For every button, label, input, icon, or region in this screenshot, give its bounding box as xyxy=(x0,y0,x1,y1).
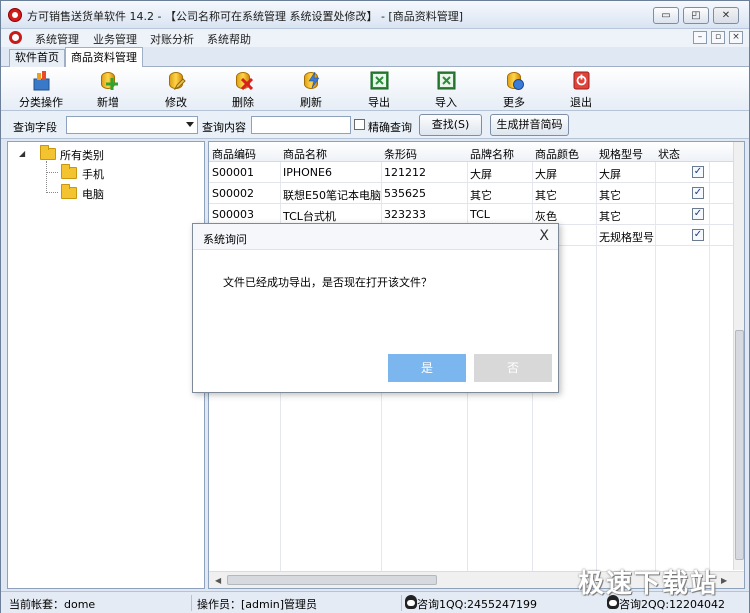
delete-button[interactable]: 删除 xyxy=(215,69,271,109)
status-checkbox[interactable]: ✓ xyxy=(692,208,704,220)
folder-icon xyxy=(61,164,77,179)
status-checkbox[interactable]: ✓ xyxy=(692,187,704,199)
edit-icon xyxy=(167,70,186,91)
dialog-close-button[interactable]: X xyxy=(539,228,549,244)
qq-consult-1[interactable]: 咨询1QQ:2455247199 xyxy=(417,596,537,612)
generate-pinyin-button[interactable]: 生成拼音简码 xyxy=(490,114,569,136)
scroll-left-icon[interactable]: ◀ xyxy=(215,576,221,585)
grid-header: 商品编码 商品名称 条形码 品牌名称 商品颜色 规格型号 状态 xyxy=(209,142,734,162)
scroll-thumb[interactable] xyxy=(227,575,437,585)
app-logo-icon xyxy=(8,8,22,22)
main-window: 方可销售送货单软件 14.2 - 【公司名称可在系统管理 系统设置处修改】 - … xyxy=(0,0,750,613)
import-button[interactable]: 导入 xyxy=(418,69,474,109)
watermark: 极速下载站 xyxy=(578,569,719,599)
qq-icon xyxy=(405,595,417,609)
folder-icon xyxy=(61,184,77,199)
folder-icon xyxy=(40,145,56,160)
current-operator: 操作员：[admin]管理员 xyxy=(197,598,318,611)
scroll-thumb[interactable] xyxy=(735,330,744,560)
minimize-button[interactable]: ▭ xyxy=(653,7,679,24)
dialog-yes-button[interactable]: 是 xyxy=(388,354,466,382)
add-icon xyxy=(99,70,118,91)
column-header[interactable]: 商品名称 xyxy=(283,146,327,162)
tab-product-management[interactable]: 商品资料管理 xyxy=(65,47,143,67)
title-bar: 方可销售送货单软件 14.2 - 【公司名称可在系统管理 系统设置处修改】 - … xyxy=(1,1,749,29)
window-title: 方可销售送货单软件 14.2 - 【公司名称可在系统管理 系统设置处修改】 - … xyxy=(27,10,463,23)
menu-system-management[interactable]: 系统管理 xyxy=(35,31,79,47)
system-menu-icon[interactable] xyxy=(9,31,22,44)
dialog-no-button[interactable]: 否 xyxy=(474,354,552,382)
more-button[interactable]: 更多 xyxy=(486,69,542,109)
column-header[interactable]: 规格型号 xyxy=(599,146,643,162)
mdi-close-button[interactable]: × xyxy=(729,31,743,44)
tree-node-computer[interactable]: 电脑 xyxy=(82,186,104,202)
query-field-select[interactable] xyxy=(66,116,198,134)
system-inquiry-dialog: 系统询问 X 文件已经成功导出，是否现在打开该文件？ 是 否 xyxy=(192,223,559,393)
dropdown-arrow-icon xyxy=(186,122,194,127)
status-checkbox[interactable]: ✓ xyxy=(692,229,704,241)
import-excel-icon xyxy=(437,71,456,90)
column-header[interactable]: 品牌名称 xyxy=(470,146,514,162)
status-checkbox[interactable]: ✓ xyxy=(692,166,704,178)
query-bar: 查询字段 查询内容 精确查询 查找(S) 生成拼音简码 xyxy=(1,111,749,139)
close-button[interactable]: ✕ xyxy=(713,7,739,24)
exact-query-checkbox[interactable] xyxy=(354,119,365,130)
query-field-label: 查询字段 xyxy=(13,121,57,134)
more-icon xyxy=(505,70,524,91)
category-icon xyxy=(33,71,50,91)
tab-strip: 软件首页 商品资料管理 xyxy=(1,47,749,67)
exit-button[interactable]: 退出 xyxy=(553,69,609,109)
vertical-scrollbar[interactable] xyxy=(733,142,744,570)
edit-button[interactable]: 修改 xyxy=(148,69,204,109)
menu-business-management[interactable]: 业务管理 xyxy=(93,31,137,47)
current-account: 当前帐套：dome xyxy=(9,598,96,611)
category-button[interactable]: 分类操作 xyxy=(13,69,69,109)
category-tree: ◢ 所有类别 手机 电脑 xyxy=(7,141,205,589)
exact-query-label: 精确查询 xyxy=(368,121,412,134)
column-header[interactable]: 条形码 xyxy=(384,146,417,162)
dialog-message: 文件已经成功导出，是否现在打开该文件？ xyxy=(223,276,432,289)
export-button[interactable]: 导出 xyxy=(351,69,407,109)
collapse-triangle-icon[interactable]: ◢ xyxy=(19,149,25,158)
refresh-button[interactable]: 刷新 xyxy=(283,69,339,109)
query-content-label: 查询内容 xyxy=(202,121,246,134)
column-header[interactable]: 商品编码 xyxy=(212,146,256,162)
export-excel-icon xyxy=(370,71,389,90)
toolbar: 分类操作 新增 修改 删除 刷新 导出 导入 更多 退出 xyxy=(1,67,749,111)
table-row[interactable]: S00002 联想E50笔记本电脑 535625 其它 其它 其它 ✓ xyxy=(209,183,734,204)
tree-node-all-categories[interactable]: 所有类别 xyxy=(60,147,104,163)
delete-icon xyxy=(234,70,253,91)
dialog-title: 系统询问 xyxy=(203,233,247,246)
refresh-icon xyxy=(302,70,321,91)
tree-node-phone[interactable]: 手机 xyxy=(82,166,104,182)
dialog-title-bar: 系统询问 X xyxy=(193,224,558,250)
maximize-button[interactable]: ◰ xyxy=(683,7,709,24)
query-content-input[interactable] xyxy=(251,116,351,134)
table-row[interactable]: S00003 TCL台式机 323233 TCL 灰色 其它 ✓ xyxy=(209,204,734,225)
add-button[interactable]: 新增 xyxy=(80,69,136,109)
column-header[interactable]: 商品颜色 xyxy=(535,146,579,162)
search-button[interactable]: 查找(S) xyxy=(419,114,482,136)
table-row[interactable]: S00001 IPHONE6 121212 大屏 大屏 大屏 ✓ xyxy=(209,162,734,183)
menu-system-help[interactable]: 系统帮助 xyxy=(207,31,251,47)
mdi-minimize-button[interactable]: – xyxy=(693,31,707,44)
tab-home[interactable]: 软件首页 xyxy=(9,49,65,67)
exit-icon xyxy=(573,71,590,90)
column-header[interactable]: 状态 xyxy=(658,146,680,162)
menu-reconciliation-analysis[interactable]: 对账分析 xyxy=(150,31,194,47)
mdi-restore-button[interactable]: ▫ xyxy=(711,31,725,44)
scroll-right-icon[interactable]: ▶ xyxy=(721,576,727,585)
menu-bar: 系统管理 业务管理 对账分析 系统帮助 – ▫ × xyxy=(1,29,749,47)
